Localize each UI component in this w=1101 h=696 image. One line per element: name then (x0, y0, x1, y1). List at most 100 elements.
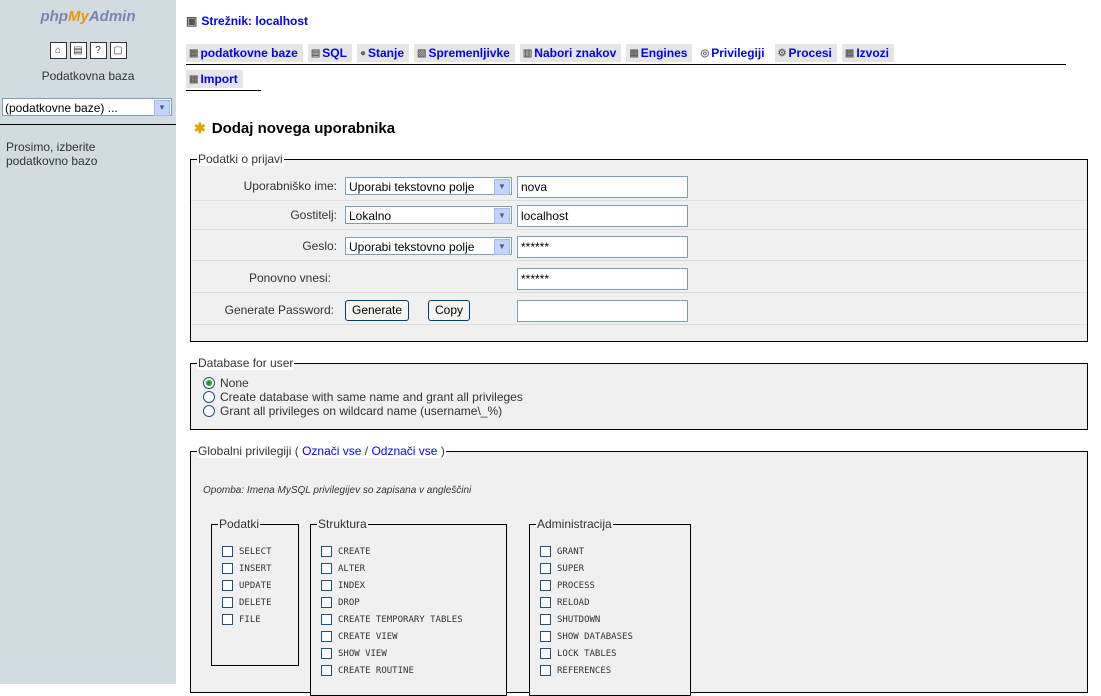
sql-query-icon[interactable]: ▤ (69, 42, 87, 59)
generate-button[interactable]: Generate (345, 300, 410, 321)
database-select[interactable]: (podatkovne baze) ... ▼ (2, 98, 172, 116)
checkbox-icon[interactable] (540, 580, 551, 591)
priv-index-checkbox[interactable]: INDEX (321, 580, 365, 591)
tab-privileges[interactable]: ◎ Privilegiji (697, 44, 770, 62)
login-info-legend: Podatki o prijavi (197, 152, 284, 166)
priv-process-checkbox[interactable]: PROCESS (540, 580, 595, 591)
checkbox-icon[interactable] (540, 665, 551, 676)
checkbox-icon[interactable] (540, 597, 551, 608)
tab-export[interactable]: ▦ Izvozi (841, 44, 894, 62)
tab-sql[interactable]: ▤ SQL (307, 44, 352, 62)
priv-create-checkbox[interactable]: CREATE (321, 546, 371, 557)
global-privileges-legend: Globalni privilegiji ( Označi vse / Odzn… (197, 444, 446, 458)
priv-reload-checkbox[interactable]: RELOAD (540, 597, 590, 608)
radio-none[interactable]: None (203, 376, 249, 390)
tab-processes[interactable]: ⚙ Procesi (774, 44, 837, 62)
phpmyadmin-logo[interactable]: php My Admin (0, 0, 176, 32)
radio-icon[interactable] (203, 391, 215, 403)
checkbox-icon[interactable] (321, 563, 332, 574)
priv-create-temp-tables-checkbox[interactable]: CREATE TEMPORARY TABLES (321, 614, 463, 625)
checkbox-icon[interactable] (321, 614, 332, 625)
nav-icon-row: ⌂ ▤ ? ▢ (0, 42, 176, 59)
host-label: Gostitelj: (290, 208, 337, 222)
checkbox-icon[interactable] (222, 580, 233, 591)
priv-select-checkbox[interactable]: SELECT (222, 546, 272, 557)
chevron-down-icon[interactable]: ▼ (494, 179, 510, 195)
structure-group-legend: Struktura (317, 517, 368, 531)
priv-insert-checkbox[interactable]: INSERT (222, 563, 272, 574)
chevron-down-icon[interactable]: ▼ (494, 208, 510, 224)
radio-create-same-name[interactable]: Create database with same name and grant… (203, 390, 523, 404)
radio-icon[interactable] (203, 405, 215, 417)
administration-group-legend: Administracija (536, 517, 613, 531)
priv-file-checkbox[interactable]: FILE (222, 614, 261, 625)
generate-row: Generate Password: Generate Copy (191, 296, 1087, 325)
checkbox-icon[interactable] (540, 614, 551, 625)
checkbox-icon[interactable] (222, 597, 233, 608)
privileges-administration-group: Administracija GRANT SUPER PROCESS RELOA… (529, 517, 691, 696)
checkbox-icon[interactable] (321, 546, 332, 557)
data-group-legend: Podatki (218, 517, 261, 531)
password-input[interactable]: ****** (517, 236, 688, 258)
priv-create-view-checkbox[interactable]: CREATE VIEW (321, 631, 398, 642)
tab-charsets[interactable]: ▥ Nabori znakov (519, 44, 622, 62)
chevron-down-icon[interactable]: ▼ (154, 100, 170, 116)
tab-import[interactable]: ▦ Import (186, 70, 243, 88)
priv-lock-tables-checkbox[interactable]: LOCK TABLES (540, 648, 617, 659)
retype-label: Ponovno vnesi: (248, 271, 331, 285)
checkbox-icon[interactable] (540, 648, 551, 659)
priv-create-routine-checkbox[interactable]: CREATE ROUTINE (321, 665, 414, 676)
generated-password-input[interactable] (517, 300, 688, 322)
retype-password-input[interactable]: ****** (517, 268, 688, 290)
priv-alter-checkbox[interactable]: ALTER (321, 563, 365, 574)
radio-wildcard[interactable]: Grant all privileges on wildcard name (u… (203, 404, 502, 418)
host-row: Gostitelj: Lokalno ▼ localhost (191, 201, 1087, 230)
priv-show-databases-checkbox[interactable]: SHOW DATABASES (540, 631, 633, 642)
logo-my: My (67, 7, 89, 25)
username-input[interactable]: nova (517, 176, 688, 198)
priv-references-checkbox[interactable]: REFERENCES (540, 665, 611, 676)
logo-admin: Admin (88, 7, 136, 25)
checkbox-icon[interactable] (540, 563, 551, 574)
retype-row: Ponovno vnesi: ****** (191, 264, 1087, 293)
check-all-link[interactable]: Označi vse (302, 444, 361, 458)
uncheck-all-link[interactable]: Odznači vse (371, 444, 437, 458)
mysql-docs-icon[interactable]: ▢ (109, 42, 127, 59)
priv-show-view-checkbox[interactable]: SHOW VIEW (321, 648, 387, 659)
radio-selected-icon[interactable] (203, 377, 215, 389)
top-tab-bar-row-2: ▦ Import (186, 70, 261, 99)
username-mode-select[interactable]: Uporabi tekstovno polje ▼ (345, 177, 512, 195)
checkbox-icon[interactable] (321, 648, 332, 659)
checkbox-icon[interactable] (321, 580, 332, 591)
chevron-down-icon[interactable]: ▼ (494, 239, 510, 255)
checkbox-icon[interactable] (321, 631, 332, 642)
tab-variables[interactable]: ▧ Spremenljivke (414, 44, 515, 62)
checkbox-icon[interactable] (540, 631, 551, 642)
password-mode-select[interactable]: Uporabi tekstovno polje ▼ (345, 237, 512, 255)
priv-shutdown-checkbox[interactable]: SHUTDOWN (540, 614, 600, 625)
priv-super-checkbox[interactable]: SUPER (540, 563, 584, 574)
checkbox-icon[interactable] (222, 614, 233, 625)
databases-icon: ▦ (189, 47, 199, 59)
checkbox-icon[interactable] (222, 546, 233, 557)
priv-drop-checkbox[interactable]: DROP (321, 597, 360, 608)
top-tab-bar: ▦ podatkovne baze ▤ SQL ● Stanje ▧ Spremenlj… (186, 44, 1066, 73)
tab-status[interactable]: ● Stanje (356, 44, 409, 62)
password-row: Geslo: Uporabi tekstovno polje ▼ ****** (191, 232, 1087, 261)
checkbox-icon[interactable] (321, 597, 332, 608)
copy-button[interactable]: Copy (428, 300, 471, 321)
checkbox-icon[interactable] (321, 665, 332, 676)
help-docs-icon[interactable]: ? (89, 42, 107, 59)
checkbox-icon[interactable] (222, 563, 233, 574)
checkbox-icon[interactable] (540, 546, 551, 557)
host-mode-select[interactable]: Lokalno ▼ (345, 206, 512, 224)
privileges-structure-group: Struktura CREATE ALTER INDEX DROP CREATE… (310, 517, 507, 696)
tab-engines[interactable]: ▦ Engines (626, 44, 693, 62)
priv-delete-checkbox[interactable]: DELETE (222, 597, 272, 608)
tab-databases[interactable]: ▦ podatkovne baze (186, 44, 303, 62)
priv-grant-checkbox[interactable]: GRANT (540, 546, 584, 557)
home-icon[interactable]: ⌂ (49, 42, 67, 59)
priv-update-checkbox[interactable]: UPDATE (222, 580, 272, 591)
host-input[interactable]: localhost (517, 205, 688, 227)
server-breadcrumb[interactable]: ▣ Strežnik: localhost (186, 14, 308, 28)
